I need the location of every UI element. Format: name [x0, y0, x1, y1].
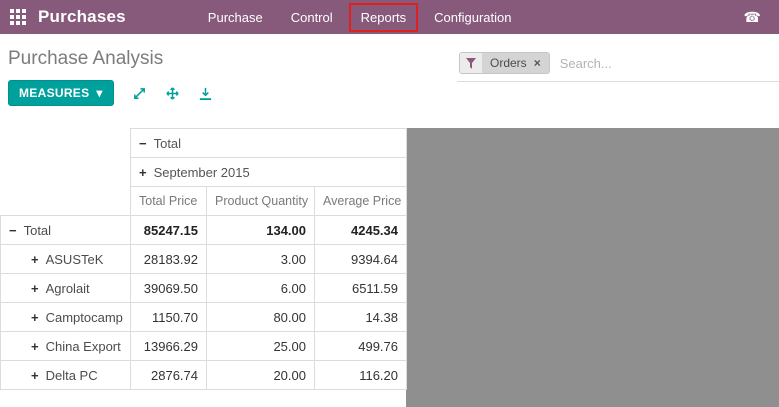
measures-button[interactable]: MEASURES ▾ [8, 80, 114, 106]
measure-header-product-quantity[interactable]: Product Quantity [207, 187, 315, 216]
main-menu: Purchase Control Reports Configuration [194, 1, 526, 34]
pivot-table: −Total +September 2015 Total Price Produ… [0, 128, 407, 390]
col-group-total[interactable]: −Total [131, 129, 407, 158]
pivot-cell-value[interactable]: 134.00 [207, 216, 315, 245]
table-row: + Camptocamp 1150.7080.0014.38 [1, 303, 407, 332]
row-header-delta-pc[interactable]: + Delta PC [1, 361, 131, 390]
search-facet: Orders × [459, 52, 550, 74]
table-row: + China Export 13966.2925.00499.76 [1, 332, 407, 361]
expand-icon[interactable]: + [31, 252, 39, 267]
download-icon[interactable] [198, 86, 213, 101]
pivot-cell-value[interactable]: 6511.59 [315, 274, 407, 303]
row-header-camptocamp[interactable]: + Camptocamp [1, 303, 131, 332]
phone-icon[interactable]: ☎ [744, 9, 761, 26]
expand-all-icon[interactable] [165, 86, 180, 101]
table-row: + ASUSTeK 28183.923.009394.64 [1, 245, 407, 274]
menu-item-purchase[interactable]: Purchase [194, 1, 277, 34]
app-title: Purchases [38, 7, 126, 27]
pivot-cell-value[interactable]: 4245.34 [315, 216, 407, 245]
measure-header-average-price[interactable]: Average Price [315, 187, 407, 216]
menu-item-configuration[interactable]: Configuration [420, 1, 525, 34]
caret-down-icon: ▾ [96, 86, 102, 100]
pivot-cell-value[interactable]: 6.00 [207, 274, 315, 303]
pivot-cell-value[interactable]: 28183.92 [131, 245, 207, 274]
pivot-cell-value[interactable]: 116.20 [315, 361, 407, 390]
expand-icon[interactable]: + [31, 310, 39, 325]
row-header-total[interactable]: −Total [1, 216, 131, 245]
pivot-cell-value[interactable]: 14.38 [315, 303, 407, 332]
search-placeholder: Search... [560, 56, 612, 71]
pivot-cell-value[interactable]: 3.00 [207, 245, 315, 274]
col-group-month[interactable]: + September 2015 [131, 158, 407, 187]
collapse-icon[interactable]: − [9, 223, 17, 238]
collapse-icon[interactable]: − [139, 136, 147, 151]
measures-button-label: MEASURES [19, 86, 89, 100]
row-header-label: ASUSTeK [46, 252, 104, 267]
measure-header-total-price[interactable]: Total Price [131, 187, 207, 216]
expand-icon[interactable]: + [139, 165, 147, 180]
row-header-label: Agrolait [46, 281, 90, 296]
row-header-asustek[interactable]: + ASUSTeK [1, 245, 131, 274]
menu-item-reports[interactable]: Reports [349, 3, 419, 32]
pivot-cell-value[interactable]: 9394.64 [315, 245, 407, 274]
pivot-cell-value[interactable]: 2876.74 [131, 361, 207, 390]
expand-icon[interactable]: + [31, 339, 39, 354]
facet-label: Orders × [482, 53, 549, 73]
pivot-cell-value[interactable]: 80.00 [207, 303, 315, 332]
content-backdrop: −Total +September 2015 Total Price Produ… [0, 128, 779, 407]
facet-text: Orders [490, 56, 527, 70]
facet-remove-icon[interactable]: × [534, 56, 541, 70]
pivot-cell-value[interactable]: 13966.29 [131, 332, 207, 361]
col-group-total-label: Total [154, 136, 181, 151]
flip-axis-icon[interactable] [132, 86, 147, 101]
row-header-label: Delta PC [46, 368, 98, 383]
top-navbar: Purchases Purchase Control Reports Confi… [0, 0, 779, 34]
row-header-label: Total [24, 223, 51, 238]
table-row: + Delta PC 2876.7420.00116.20 [1, 361, 407, 390]
row-header-label: Camptocamp [46, 310, 123, 325]
table-row: + Agrolait 39069.506.006511.59 [1, 274, 407, 303]
row-header-agrolait[interactable]: + Agrolait [1, 274, 131, 303]
apps-grid-icon[interactable] [10, 9, 26, 25]
pivot-corner [1, 129, 131, 216]
expand-icon[interactable]: + [31, 368, 39, 383]
menu-item-control[interactable]: Control [277, 1, 347, 34]
col-group-month-label: September 2015 [154, 165, 250, 180]
row-header-label: China Export [46, 339, 121, 354]
control-panel: Purchase Analysis Orders × Search... MEA… [0, 34, 779, 128]
pivot-cell-value[interactable]: 1150.70 [131, 303, 207, 332]
table-row: −Total85247.15134.004245.34 [1, 216, 407, 245]
pivot-cell-value[interactable]: 39069.50 [131, 274, 207, 303]
pivot-cell-value[interactable]: 25.00 [207, 332, 315, 361]
filter-funnel-icon [460, 53, 482, 73]
pivot-cell-value[interactable]: 499.76 [315, 332, 407, 361]
pivot-cell-value[interactable]: 20.00 [207, 361, 315, 390]
expand-icon[interactable]: + [31, 281, 39, 296]
search-input[interactable]: Orders × Search... [457, 50, 779, 82]
pivot-cell-value[interactable]: 85247.15 [131, 216, 207, 245]
row-header-china-export[interactable]: + China Export [1, 332, 131, 361]
